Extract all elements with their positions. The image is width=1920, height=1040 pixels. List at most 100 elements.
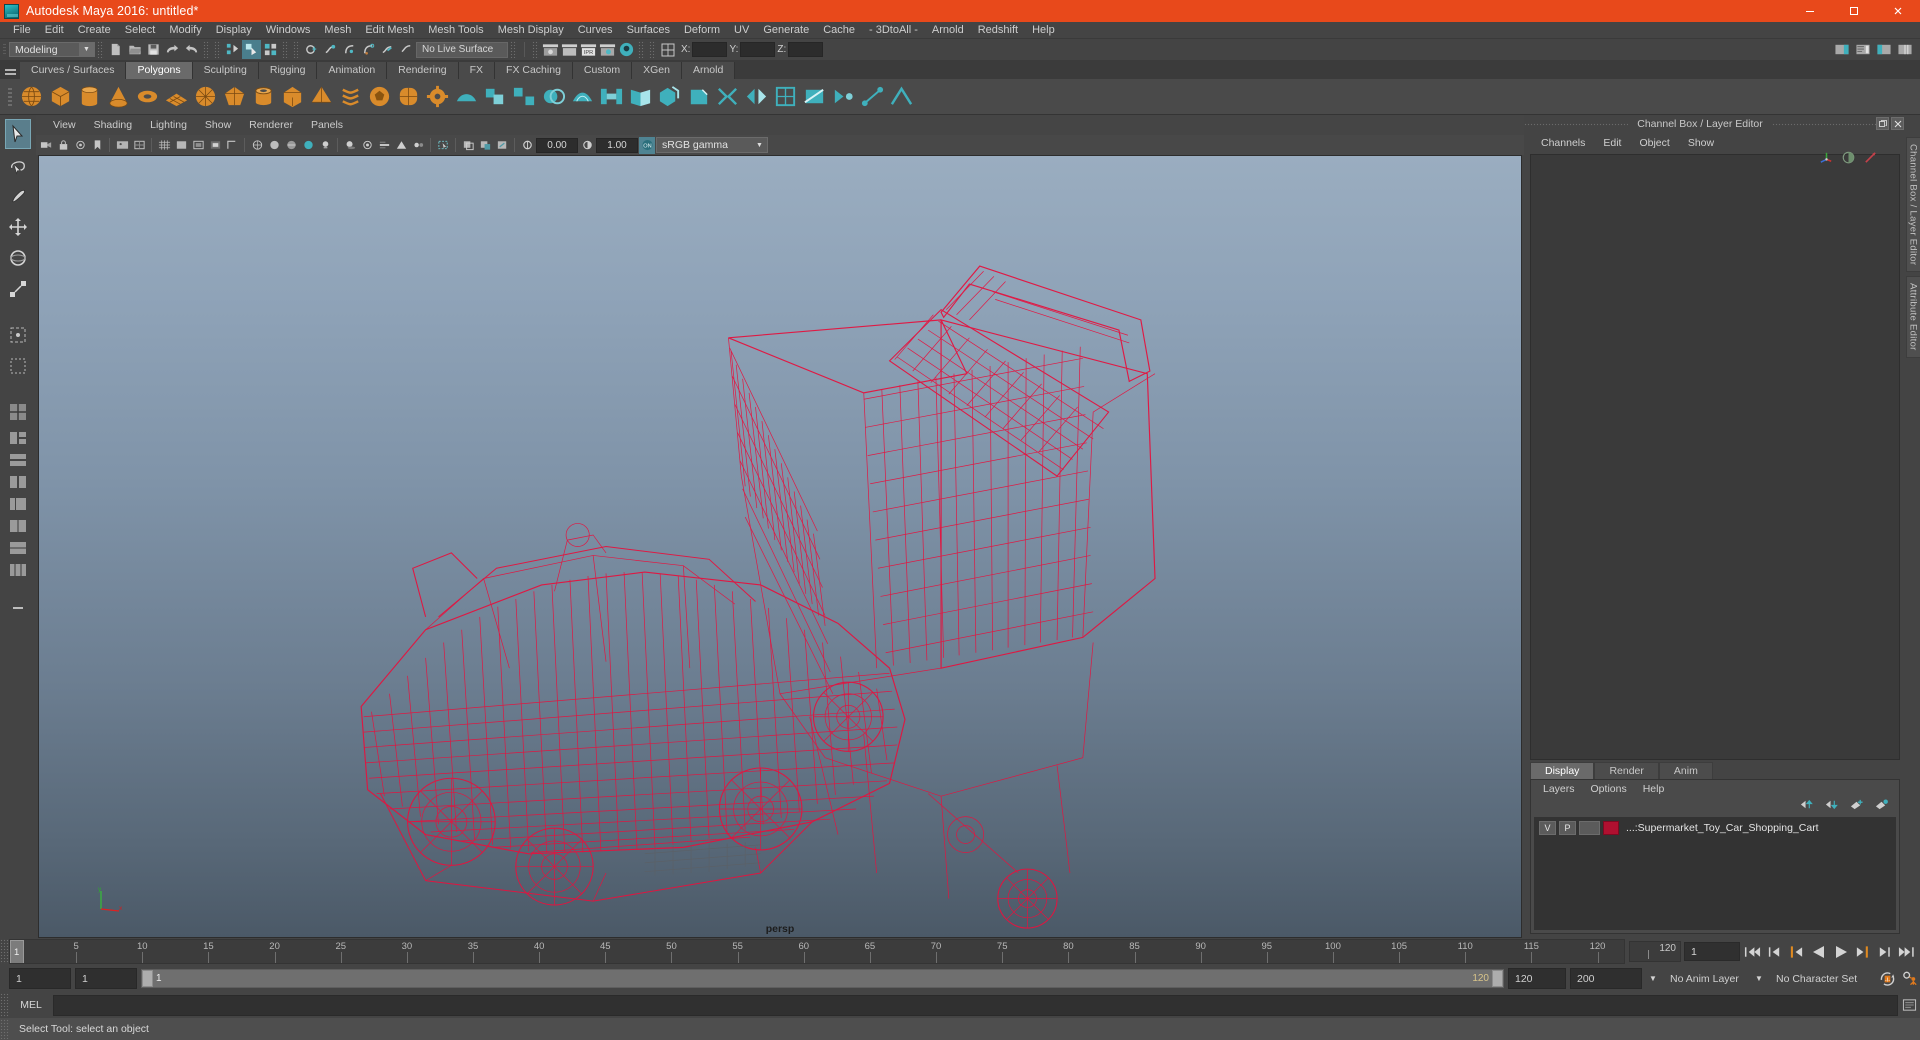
- grid-toggle-icon[interactable]: [156, 137, 172, 154]
- menu-windows[interactable]: Windows: [259, 22, 318, 39]
- toolbar-separator-grip-6[interactable]: [510, 41, 517, 58]
- shadows-icon[interactable]: [342, 137, 358, 154]
- anim-end-time-field[interactable]: 200: [1570, 968, 1642, 989]
- channel-box-icon[interactable]: [1895, 40, 1914, 59]
- redo-icon[interactable]: [182, 40, 201, 59]
- persp-graph-editor-layout-icon[interactable]: [5, 472, 31, 493]
- poly-pipe-icon[interactable]: [250, 82, 277, 112]
- step-forward-key-icon[interactable]: [1853, 942, 1872, 962]
- menu-uv[interactable]: UV: [727, 22, 756, 39]
- auto-keyframe-icon[interactable]: -I-: [1878, 969, 1897, 989]
- last-tool-icon[interactable]: [5, 320, 31, 350]
- menu-select[interactable]: Select: [118, 22, 163, 39]
- separate-icon[interactable]: [511, 82, 538, 112]
- select-by-hierarchy-icon[interactable]: [223, 40, 242, 59]
- layer-color-swatch[interactable]: [1603, 821, 1619, 835]
- layer-tab-display[interactable]: Display: [1530, 762, 1595, 779]
- resolution-gate-icon[interactable]: [190, 137, 206, 154]
- select-camera-icon[interactable]: [38, 137, 54, 154]
- show-editor-icon[interactable]: [658, 40, 677, 59]
- menu-file[interactable]: File: [6, 22, 38, 39]
- anim-start-time-field[interactable]: 1: [9, 968, 71, 989]
- channel-box-icon[interactable]: [1819, 150, 1834, 170]
- show-manipulator-icon[interactable]: [5, 351, 31, 381]
- cb-menu-edit[interactable]: Edit: [1594, 132, 1630, 154]
- toolbar-separator-grip-5[interactable]: [293, 41, 300, 58]
- bookmark-icon[interactable]: [89, 137, 105, 154]
- shelf-tab-custom[interactable]: Custom: [572, 62, 633, 79]
- poly-soccer-ball-icon[interactable]: [366, 82, 393, 112]
- viewport-menu-panels[interactable]: Panels: [302, 115, 352, 135]
- xray-icon[interactable]: [460, 137, 476, 154]
- layer-list[interactable]: V P ...:Supermarket_Toy_Car_Shopping_Car…: [1534, 817, 1896, 930]
- multisample-icon[interactable]: [393, 137, 409, 154]
- crease-icon[interactable]: [888, 82, 915, 112]
- viewport-menu-renderer[interactable]: Renderer: [240, 115, 302, 135]
- shelf-tab-curves-surfaces[interactable]: Curves / Surfaces: [20, 62, 127, 79]
- select-by-object-icon[interactable]: [242, 40, 261, 59]
- play-backwards-icon[interactable]: [1809, 942, 1828, 962]
- menu-deform[interactable]: Deform: [677, 22, 727, 39]
- layer-menu-options[interactable]: Options: [1583, 783, 1635, 795]
- menu-mesh[interactable]: Mesh: [317, 22, 358, 39]
- channel-box-content[interactable]: [1530, 154, 1900, 760]
- go-to-end-icon[interactable]: [1897, 942, 1916, 962]
- ipr-render-icon[interactable]: IPR: [579, 40, 598, 59]
- persp-render-view-layout-icon[interactable]: [5, 516, 31, 537]
- merge-icon[interactable]: [714, 82, 741, 112]
- new-scene-icon[interactable]: [106, 40, 125, 59]
- time-slider-track[interactable]: 1 5 10 15 20 25 30 35 40 45 50 55 60 65 70 75 80 85 90 95 1…: [9, 939, 1625, 964]
- poly-plane-icon[interactable]: [163, 82, 190, 112]
- attribute-editor-icon[interactable]: [1853, 40, 1872, 59]
- rotate-tool-icon[interactable]: [5, 243, 31, 273]
- shelf-tab-animation[interactable]: Animation: [317, 62, 388, 79]
- command-input[interactable]: [53, 994, 1898, 1016]
- maximize-icon[interactable]: [1832, 0, 1876, 22]
- single-perspective-view-icon[interactable]: [5, 397, 31, 427]
- toolbar-separator-grip-2[interactable]: [203, 41, 210, 58]
- connect-icon[interactable]: [859, 82, 886, 112]
- vtab-channel-box-layer-editor[interactable]: Channel Box / Layer Editor: [1905, 137, 1920, 273]
- shelf-grip[interactable]: [4, 82, 16, 112]
- range-start-handle[interactable]: [142, 970, 153, 987]
- persp-outliner-layout-icon[interactable]: [5, 450, 31, 471]
- layer-tab-render[interactable]: Render: [1594, 762, 1659, 779]
- color-management-icon[interactable]: ON: [639, 136, 655, 154]
- two-d-pan-zoom-icon[interactable]: [131, 137, 147, 154]
- viewport-menu-shading[interactable]: Shading: [85, 115, 142, 135]
- snap-to-projected-center-icon[interactable]: [359, 40, 378, 59]
- move-tool-icon[interactable]: [5, 212, 31, 242]
- lock-camera-icon[interactable]: [55, 137, 71, 154]
- select-tool-icon[interactable]: [5, 119, 31, 149]
- animation-preferences-icon[interactable]: [1901, 969, 1920, 989]
- menu-display[interactable]: Display: [209, 22, 259, 39]
- bevel-icon[interactable]: [685, 82, 712, 112]
- menu-edit-mesh[interactable]: Edit Mesh: [358, 22, 421, 39]
- cb-menu-object[interactable]: Object: [1630, 132, 1678, 154]
- toolbar-separator-grip-7[interactable]: [532, 41, 539, 58]
- target-weld-icon[interactable]: [830, 82, 857, 112]
- layer-type-toggle[interactable]: [1579, 821, 1600, 835]
- attribute-editor-icon[interactable]: [1841, 150, 1856, 170]
- booleans-icon[interactable]: [540, 82, 567, 112]
- smooth-icon[interactable]: [569, 82, 596, 112]
- render-sequence-icon[interactable]: [560, 40, 579, 59]
- shelf-tab-arnold[interactable]: Arnold: [681, 62, 736, 79]
- paint-select-tool-icon[interactable]: [5, 181, 31, 211]
- dock-drag-dots-left[interactable]: [1524, 115, 1629, 132]
- poly-torus-icon[interactable]: [134, 82, 161, 112]
- cb-menu-channels[interactable]: Channels: [1532, 132, 1594, 154]
- gate-mask-icon[interactable]: [207, 137, 223, 154]
- menu-cache[interactable]: Cache: [816, 22, 862, 39]
- shelf-tab-fx[interactable]: FX: [458, 62, 496, 79]
- poly-pyramid-icon[interactable]: [308, 82, 335, 112]
- undo-icon[interactable]: [163, 40, 182, 59]
- poly-cylinder-icon[interactable]: [76, 82, 103, 112]
- poly-helix-icon[interactable]: [337, 82, 364, 112]
- bridge-icon[interactable]: [598, 82, 625, 112]
- current-time-field[interactable]: 1: [1684, 942, 1740, 961]
- coord-y-input[interactable]: [740, 42, 776, 57]
- layer-name[interactable]: ...:Supermarket_Toy_Car_Shopping_Cart: [1626, 822, 1819, 834]
- poly-gear-icon[interactable]: [424, 82, 451, 112]
- lasso-select-tool-icon[interactable]: [5, 150, 31, 180]
